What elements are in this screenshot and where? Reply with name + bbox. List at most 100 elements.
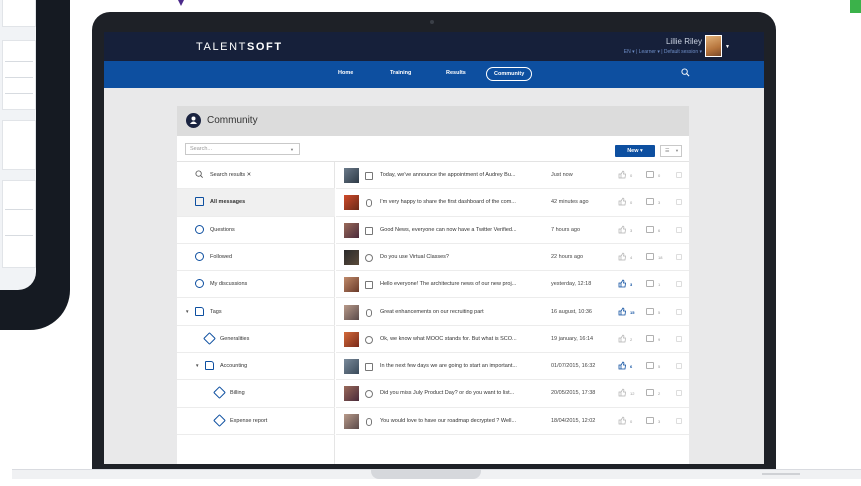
like-icon[interactable] [618,279,626,288]
user-settings-menu[interactable]: EN ▾ | Learner ▾ | Default session ▾ [624,49,702,55]
author-avatar[interactable] [344,249,359,265]
row-checkbox[interactable] [676,226,682,233]
author-avatar[interactable] [344,331,359,347]
chevron-down-icon[interactable]: ▼ [725,44,730,50]
message-row[interactable]: Hello everyone! The architecture news of… [336,271,689,299]
like-count: 12 [630,391,635,397]
purple-arrow-mark [178,0,184,6]
like-icon[interactable] [618,306,626,316]
message-title[interactable]: Ok, we know what MOOC stands for. But wh… [380,336,530,342]
sidebar-item-all-messages[interactable]: All messages [177,189,335,217]
chevron-down-icon[interactable]: ▼ [185,309,189,314]
sidebar-item-questions[interactable]: Questions [177,217,335,244]
like-icon[interactable] [618,388,626,397]
row-checkbox[interactable] [676,253,682,260]
message-title[interactable]: Do you use Virtual Classes? [380,254,530,260]
comment-icon[interactable] [646,225,654,233]
message-title[interactable]: Good News, everyone can now have a Twitt… [380,227,530,233]
message-row[interactable]: Great enhancements on our recruiting par… [336,299,689,326]
nav-community[interactable]: Community [486,67,533,81]
message-title[interactable]: Today, we've announce the appointment of… [380,172,530,178]
comment-icon[interactable] [646,416,654,424]
author-avatar[interactable] [344,413,359,429]
row-checkbox[interactable] [676,363,682,370]
message-title[interactable]: In the next few days we are going to sta… [380,363,530,369]
message-title[interactable]: Did you miss July Product Day? or do you… [380,390,530,396]
message-row[interactable]: Do you use Virtual Classes? 22 hours ago… [336,244,689,272]
chevron-down-icon[interactable]: ▼ [290,147,294,152]
author-avatar[interactable] [344,168,359,183]
like-icon[interactable] [618,170,626,179]
search-icon[interactable] [681,68,690,77]
message-row[interactable]: Good News, everyone can now have a Twitt… [336,217,689,244]
author-avatar[interactable] [344,359,359,375]
message-row[interactable]: I'm very happy to share the first dashbo… [336,189,689,217]
tablet-card [2,120,36,170]
question-icon [365,390,373,399]
row-checkbox[interactable] [676,199,682,206]
comment-icon[interactable] [646,252,654,260]
row-checkbox[interactable] [676,281,682,288]
sidebar-item-billing[interactable]: Billing [177,380,335,408]
author-avatar[interactable] [344,222,359,238]
comment-count: 9 [658,336,661,342]
view-toggle-button[interactable]: ☰ ▼ [660,145,682,157]
message-date: 01/07/2015, 16:32 [551,363,596,370]
row-checkbox[interactable] [676,390,682,397]
panel-header: Community [177,106,689,136]
message-title[interactable]: Hello everyone! The architecture news of… [380,281,530,287]
sidebar-item-tags[interactable]: ▼ Tags [177,299,335,326]
message-row[interactable]: Ok, we know what MOOC stands for. But wh… [336,326,689,354]
user-avatar[interactable] [705,35,722,57]
sidebar-item-followed[interactable]: Followed [177,244,335,272]
author-avatar[interactable] [344,195,359,211]
like-icon[interactable] [618,197,626,206]
author-avatar[interactable] [344,386,359,402]
folder-icon [195,306,204,316]
row-checkbox[interactable] [676,335,682,342]
like-icon[interactable] [618,416,626,425]
like-icon[interactable] [618,225,626,234]
comment-icon[interactable] [646,171,654,178]
chevron-down-icon[interactable]: ▼ [195,363,199,368]
like-icon[interactable] [618,252,626,261]
sidebar-item-search-results[interactable]: Search results ✕ [177,162,335,190]
row-checkbox[interactable] [676,308,682,315]
message-row[interactable]: You would love to have our roadmap decry… [336,408,689,435]
sidebar-item-my-discussions[interactable]: My discussions [177,271,335,299]
nav-training[interactable]: Training [390,70,411,76]
row-checkbox[interactable] [676,417,682,424]
comment-icon[interactable] [646,280,654,288]
comment-icon[interactable] [646,334,654,342]
author-avatar[interactable] [344,277,359,293]
new-button[interactable]: New ▾ [615,145,655,157]
comment-icon[interactable] [646,198,654,206]
message-icon [195,197,204,207]
like-icon[interactable] [618,334,626,343]
sidebar-item-accounting[interactable]: ▼ Accounting [177,353,335,381]
message-title[interactable]: Great enhancements on our recruiting par… [380,309,530,315]
app-logo[interactable]: TALENTSOFT [196,41,283,53]
laptop-notch [371,469,481,479]
comment-icon[interactable] [646,362,654,370]
search-input[interactable]: Search... ▼ [185,143,300,155]
message-title[interactable]: You would love to have our roadmap decry… [380,418,530,424]
sidebar-item-label: Accounting [220,363,248,370]
message-title[interactable]: I'm very happy to share the first dashbo… [380,199,530,205]
nav-results[interactable]: Results [446,70,466,76]
comment-icon[interactable] [646,307,654,315]
message-icon [365,172,373,180]
row-checkbox[interactable] [676,172,682,178]
laptop-screen: TALENTSOFT Lillie Riley EN ▾ | Learner ▾… [104,32,764,464]
comment-count: 5 [658,364,661,370]
message-row[interactable]: In the next few days we are going to sta… [336,353,689,381]
like-icon[interactable] [618,361,626,370]
message-row[interactable]: Today, we've announce the appointment of… [336,162,689,190]
sidebar-item-expense-report[interactable]: Expense report [177,408,335,435]
nav-home[interactable]: Home [338,70,353,76]
sidebar-item-generalities[interactable]: Generalities [177,326,335,354]
author-avatar[interactable] [344,304,359,320]
message-row[interactable]: Did you miss July Product Day? or do you… [336,380,689,408]
user-name[interactable]: Lillie Riley [666,37,702,46]
comment-icon[interactable] [646,389,654,397]
